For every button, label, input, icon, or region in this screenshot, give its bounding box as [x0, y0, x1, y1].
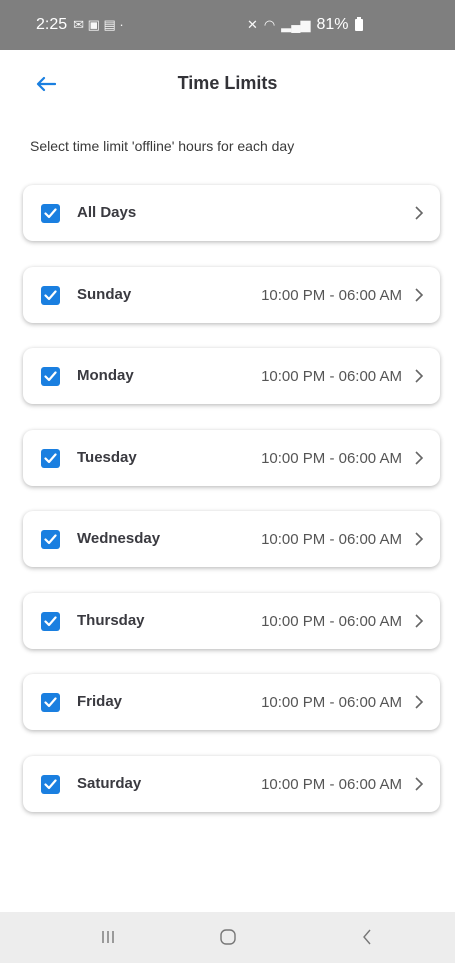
page-title: Time Limits [177, 73, 278, 93]
day-checkbox[interactable] [41, 530, 60, 549]
chevron-right-icon [414, 368, 428, 384]
checkbox-checked-icon [44, 289, 57, 300]
day-row[interactable]: Thursday 10:00 PM - 06:00 AM [23, 592, 440, 649]
instructions-text: Select time limit 'offline' hours for ea… [30, 138, 295, 154]
home-icon [220, 929, 236, 945]
time-range: 10:00 PM - 06:00 AM [261, 775, 402, 793]
day-checkbox[interactable] [41, 448, 60, 468]
day-list: All Days Sunday 10:00 PM - 06:00 AM Monday 1… [23, 185, 440, 837]
day-label: Thursday [77, 611, 145, 629]
chevron-right-icon [414, 531, 428, 547]
chevron-right-icon [414, 205, 428, 221]
chevron-right-icon [414, 694, 428, 710]
day-checkbox[interactable] [41, 774, 60, 794]
day-checkbox[interactable] [41, 611, 60, 631]
day-row[interactable]: All Days [23, 185, 440, 241]
time-range: 10:00 PM - 06:00 AM [261, 368, 402, 385]
day-row[interactable]: Tuesday 10:00 PM - 06:00 AM [23, 429, 440, 486]
day-label: Monday [77, 367, 134, 384]
day-row[interactable]: Monday 10:00 PM - 06:00 AM [23, 348, 440, 404]
status-right: ✕ ◠ ▂▄▆ 81% [247, 16, 363, 34]
checkbox-checked-icon [44, 371, 57, 382]
wifi-icon: ◠ [263, 17, 276, 32]
chevron-right-icon [414, 776, 428, 792]
header: Time Limits [0, 58, 455, 110]
back-nav-button[interactable] [352, 924, 382, 950]
day-label: Wednesday [77, 530, 161, 547]
recents-button[interactable] [93, 924, 123, 950]
checkbox-checked-icon [44, 452, 57, 463]
time-range: 10:00 PM - 06:00 AM [261, 286, 402, 304]
time-range: 10:00 PM - 06:00 AM [261, 612, 402, 630]
signal-icon: ▂▄▆ [281, 17, 311, 32]
status-left: 2:25 ✉ ▣ ▤ · [36, 16, 124, 34]
checkbox-checked-icon [44, 697, 57, 708]
battery-icon [354, 17, 363, 31]
mute-icon: ✕ [247, 17, 258, 32]
home-button[interactable] [213, 924, 243, 950]
checkbox-checked-icon [44, 778, 57, 789]
day-label: Saturday [77, 774, 142, 792]
day-row[interactable]: Saturday 10:00 PM - 06:00 AM [23, 755, 440, 812]
day-row[interactable]: Sunday 10:00 PM - 06:00 AM [23, 266, 440, 323]
day-checkbox[interactable] [41, 693, 60, 712]
day-label: Tuesday [77, 448, 137, 466]
checkbox-checked-icon [44, 208, 57, 219]
checkbox-checked-icon [44, 534, 57, 545]
back-icon [363, 929, 371, 945]
day-label: All Days [77, 204, 137, 221]
chevron-right-icon [414, 613, 428, 629]
checkbox-checked-icon [44, 615, 57, 626]
notification-icons: ✉ ▣ ▤ · [73, 17, 124, 32]
battery-percent: 81% [316, 16, 349, 33]
day-checkbox[interactable] [41, 285, 60, 305]
time-range: 10:00 PM - 06:00 AM [261, 449, 402, 467]
chevron-right-icon [414, 287, 428, 303]
status-bar: 2:25 ✉ ▣ ▤ · ✕ ◠ ▂▄▆ 81% [0, 0, 455, 50]
day-label: Friday [77, 693, 123, 710]
time-range: 10:00 PM - 06:00 AM [261, 531, 402, 548]
day-row[interactable]: Wednesday 10:00 PM - 06:00 AM [23, 511, 440, 567]
day-label: Sunday [77, 285, 132, 303]
chevron-right-icon [414, 450, 428, 466]
day-checkbox[interactable] [41, 204, 60, 223]
time-range: 10:00 PM - 06:00 AM [261, 694, 402, 711]
system-nav-bar [0, 912, 455, 963]
day-row[interactable]: Friday 10:00 PM - 06:00 AM [23, 674, 440, 730]
status-time: 2:25 [36, 16, 68, 33]
recents-icon [102, 931, 114, 943]
day-checkbox[interactable] [41, 367, 60, 386]
